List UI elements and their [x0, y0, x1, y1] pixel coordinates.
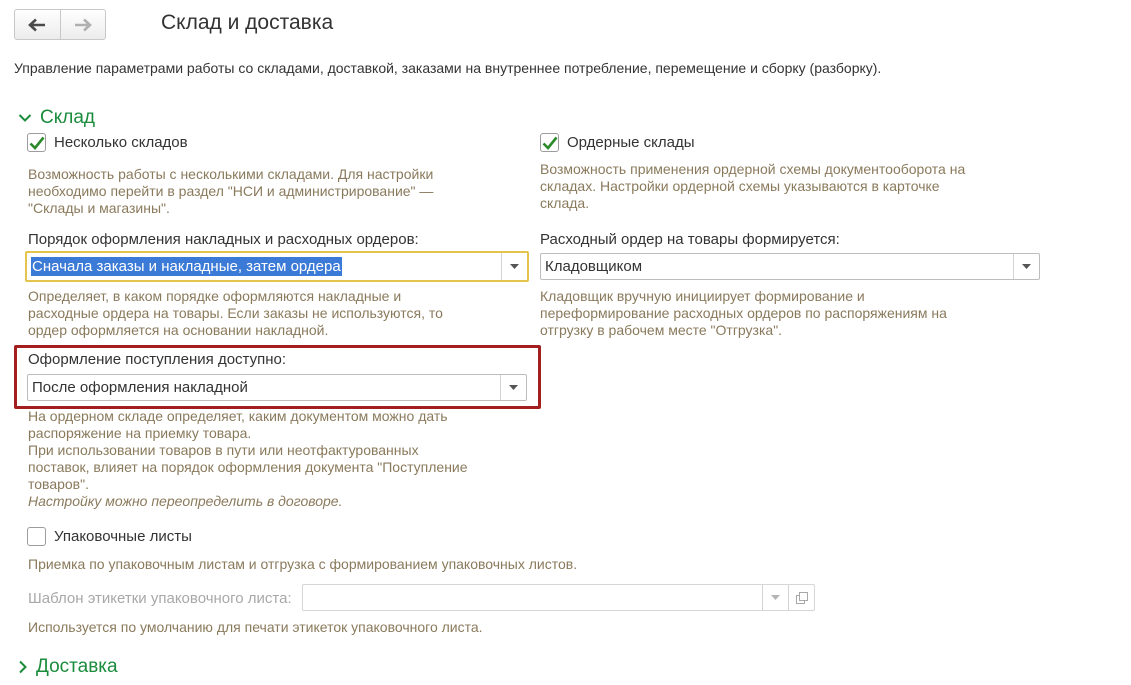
- chevron-down-icon: [18, 114, 32, 122]
- issue-order-selected-text: Сначала заказы и накладные, затем ордера: [31, 257, 342, 276]
- packing-lists-checkbox[interactable]: [27, 527, 46, 546]
- page-description: Управление параметрами работы со складам…: [14, 60, 882, 76]
- expense-order-label: Расходный ордер на товары формируется:: [540, 231, 840, 248]
- arrow-left-icon: [28, 18, 46, 31]
- packing-lists-hint: Приемка по упаковочным листам и отгрузка…: [28, 556, 578, 572]
- page-title: Склад и доставка: [161, 11, 334, 34]
- chevron-down-icon: [509, 385, 518, 390]
- issue-order-value[interactable]: Сначала заказы и накладные, затем ордера: [27, 253, 501, 280]
- forward-button[interactable]: [59, 10, 106, 39]
- section-dostavka-title: Доставка: [36, 656, 118, 677]
- receipt-value[interactable]: После оформления накладной: [28, 375, 500, 400]
- order-warehouses-label: Ордерные склады: [567, 134, 695, 151]
- receipt-hint: На ордерном складе определяет, каким док…: [28, 408, 528, 510]
- receipt-hint-italic: Настройку можно переопределить в договор…: [28, 493, 343, 509]
- expense-order-hint: Кладовщик вручную инициирует формировани…: [540, 288, 947, 338]
- section-sklad-header[interactable]: Склад: [18, 107, 95, 129]
- receipt-select[interactable]: После оформления накладной: [27, 374, 527, 401]
- multiple-warehouses-hint: Возможность работы с несколькими складам…: [28, 166, 434, 216]
- chevron-down-icon: [510, 264, 519, 269]
- packing-lists-label: Упаковочные листы: [54, 528, 192, 545]
- issue-order-select[interactable]: Сначала заказы и накладные, затем ордера: [25, 251, 529, 282]
- multiple-warehouses-checkbox[interactable]: [27, 133, 46, 152]
- order-warehouses-hint: Возможность применения ордерной схемы до…: [540, 161, 966, 211]
- checkmark-icon: [29, 136, 45, 150]
- navigation-buttons: [14, 9, 106, 40]
- arrow-right-icon: [74, 18, 92, 31]
- label-template-hint: Используется по умолчанию для печати эти…: [28, 619, 483, 635]
- chevron-down-icon: [1022, 264, 1031, 269]
- chevron-right-icon: [19, 660, 27, 674]
- open-form-icon: [795, 591, 808, 604]
- issue-order-dropdown-button[interactable]: [501, 253, 527, 280]
- issue-order-hint: Определяет, в каком порядке оформляются …: [28, 288, 443, 338]
- label-template-value[interactable]: [303, 585, 762, 610]
- back-button[interactable]: [15, 10, 60, 39]
- expense-order-value[interactable]: Кладовщиком: [541, 254, 1013, 279]
- section-sklad-title: Склад: [40, 107, 95, 128]
- label-template-label: Шаблон этикетки упаковочного листа:: [28, 590, 292, 607]
- receipt-dropdown-button[interactable]: [500, 375, 526, 400]
- receipt-label: Оформление поступления доступно:: [28, 351, 286, 368]
- label-template-select[interactable]: [302, 584, 815, 611]
- multiple-warehouses-label: Несколько складов: [54, 134, 188, 151]
- chevron-down-icon: [771, 595, 780, 600]
- issue-order-label: Порядок оформления накладных и расходных…: [28, 231, 419, 248]
- checkmark-icon: [542, 136, 558, 150]
- label-template-dropdown-button[interactable]: [762, 585, 788, 610]
- multiple-warehouses-option[interactable]: Несколько складов: [27, 133, 188, 152]
- expense-order-select[interactable]: Кладовщиком: [540, 253, 1040, 280]
- packing-lists-option[interactable]: Упаковочные листы: [27, 527, 192, 546]
- section-dostavka-header[interactable]: Доставка: [18, 656, 118, 678]
- expense-order-dropdown-button[interactable]: [1013, 254, 1039, 279]
- order-warehouses-checkbox[interactable]: [540, 133, 559, 152]
- order-warehouses-option[interactable]: Ордерные склады: [540, 133, 695, 152]
- label-template-open-button[interactable]: [788, 585, 814, 610]
